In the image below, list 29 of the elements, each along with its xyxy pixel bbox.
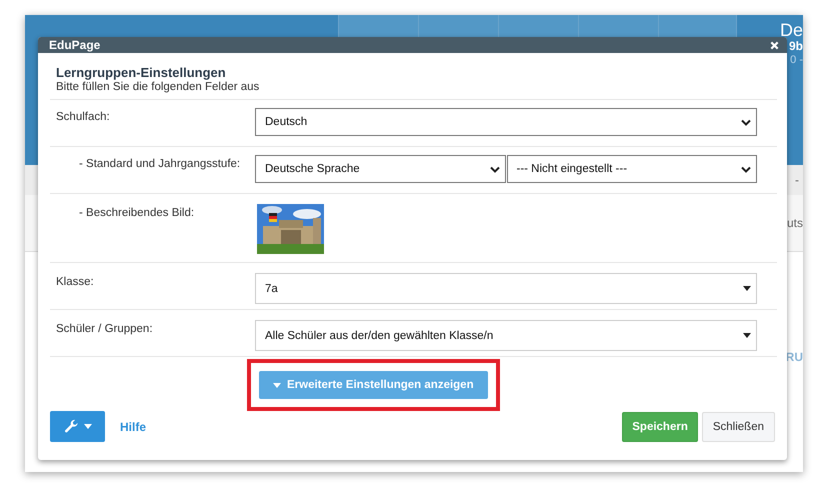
select-field[interactable]: --- Nicht eingestellt --- <box>506 155 757 183</box>
dialog-subheading: Bitte füllen Sie die folgenden Felder aus <box>56 81 260 93</box>
tools-button[interactable] <box>50 411 105 442</box>
caret-icon <box>273 382 281 388</box>
chevron-icon <box>741 166 751 172</box>
column-header: De <box>780 21 803 39</box>
class-label: 9b <box>788 39 803 53</box>
select-field[interactable]: Deutsch <box>255 108 757 136</box>
cell-text: uts <box>786 216 803 230</box>
select-field[interactable]: Deutsche Sprache <box>255 155 506 183</box>
dropdown-field[interactable]: 7a <box>255 273 757 304</box>
field-label: - Beschreibendes Bild: <box>78 206 196 221</box>
chevron-icon <box>490 166 500 172</box>
close-icon[interactable] <box>770 40 779 50</box>
dialog-title: EduPage <box>49 38 100 52</box>
caret-icon <box>743 333 751 338</box>
field-label: Schüler / Gruppen: <box>56 322 154 337</box>
caret-icon <box>84 424 92 429</box>
field-label: Klasse: <box>56 275 95 290</box>
time-label: 0 - <box>790 53 803 67</box>
dropdown-field[interactable]: Alle Schüler aus der/den gewählten Klasse/n <box>255 320 757 351</box>
dash-text: - <box>795 173 799 187</box>
field-label: - Standard und Jahrgangsstufe: <box>78 157 242 172</box>
chevron-icon <box>741 118 751 126</box>
caret-icon <box>743 286 751 291</box>
wrench-icon <box>64 419 78 434</box>
dialog-heading: Lerngruppen-Einstellungen <box>56 65 227 80</box>
field-label: Schulfach: <box>56 110 111 125</box>
close-button[interactable]: Schließen <box>702 412 775 442</box>
